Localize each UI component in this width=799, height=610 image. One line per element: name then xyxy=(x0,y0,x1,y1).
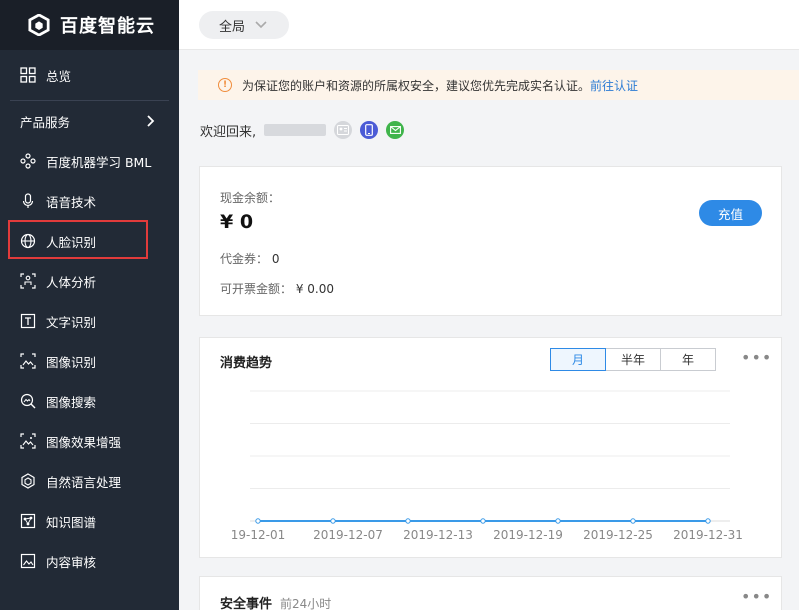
cash-balance-label: 现金余额： xyxy=(220,191,281,205)
verify-link[interactable]: 前往认证 xyxy=(590,79,638,93)
sidebar-item-label: 图像识别 xyxy=(46,354,97,370)
phone-icon[interactable] xyxy=(360,121,379,139)
id-card-icon[interactable] xyxy=(334,121,353,139)
image-search-icon xyxy=(20,393,36,409)
graph-icon xyxy=(20,513,36,529)
sidebar-item-label: 百度机器学习 BML xyxy=(46,154,152,170)
sidebar-item-image-recognition[interactable]: 图像识别 xyxy=(0,341,179,381)
section-title: 产品服务 xyxy=(20,114,71,130)
cash-balance-value: ¥ 0 xyxy=(220,211,254,233)
x-tick-label: 2019-12-19 xyxy=(493,528,563,542)
brand-name: 百度智能云 xyxy=(60,16,155,37)
image-audit-icon xyxy=(20,553,36,569)
brand-logo[interactable]: 百度智能云 xyxy=(0,0,179,50)
body-scan-icon xyxy=(20,273,36,289)
text-box-icon xyxy=(20,313,36,329)
sidebar-item-label: 文字识别 xyxy=(46,314,97,330)
trend-chart: 19-12-01 2019-12-07 2019-12-13 2019-12-19 20… xyxy=(231,390,743,542)
sidebar-item-label: 自然语言处理 xyxy=(46,474,122,490)
sidebar-item-nlp[interactable]: 自然语言处理 xyxy=(0,461,179,501)
invoice-label: 可开票金额： xyxy=(220,282,293,296)
consumption-trend-card: 消费趋势 月 半年 年 ••• 19-12-01 2019-12-07 2019-1… xyxy=(199,337,782,558)
x-tick-label: 19-12-01 xyxy=(231,528,285,542)
data-point xyxy=(555,518,561,524)
invoice-row: 可开票金额： ¥ 0.00 xyxy=(220,280,334,297)
data-point xyxy=(405,518,411,524)
balance-card: 现金余额： ¥ 0 充值 代金券： 0 可开票金额： ¥ 0.00 xyxy=(199,166,782,316)
scope-value: 全局 xyxy=(219,19,246,35)
sidebar-item-overview[interactable]: 总览 xyxy=(0,55,179,95)
sidebar-item-label: 知识图谱 xyxy=(46,514,97,530)
verification-notice: ! 为保证您的账户和资源的所属权安全，建议您优先完成实名认证。前往认证 xyxy=(198,70,799,100)
sidebar-item-content-audit[interactable]: 内容审核 xyxy=(0,541,179,581)
x-tick-label: 2019-12-13 xyxy=(403,528,473,542)
data-point xyxy=(630,518,636,524)
sidebar-item-body[interactable]: 人体分析 xyxy=(0,261,179,301)
grid-icon xyxy=(20,67,36,83)
top-bar: 全局 xyxy=(179,0,799,50)
security-subtitle: 前24小时 xyxy=(280,597,332,610)
image-enhance-icon xyxy=(20,433,36,449)
sidebar-item-label: 内容审核 xyxy=(46,554,97,570)
voucher-value: 0 xyxy=(271,252,280,266)
email-icon[interactable] xyxy=(386,121,405,139)
warning-icon: ! xyxy=(218,78,232,92)
welcome-text: 欢迎回来, xyxy=(200,124,257,140)
voucher-row: 代金券： 0 xyxy=(220,250,279,267)
image-scan-icon xyxy=(20,353,36,369)
sidebar-item-image-enhance[interactable]: 图像效果增强 xyxy=(0,421,179,461)
highlight-annotation-box xyxy=(8,220,148,259)
tab-month[interactable]: 月 xyxy=(550,348,606,371)
security-events-card: 安全事件 前24小时 ••• xyxy=(199,576,782,610)
sidebar-item-speech[interactable]: 语音技术 xyxy=(0,181,179,221)
more-options-icon[interactable]: ••• xyxy=(741,587,772,606)
data-point xyxy=(705,518,711,524)
x-tick-label: 2019-12-25 xyxy=(583,528,653,542)
welcome-row: 欢迎回来, xyxy=(200,120,405,140)
security-title: 安全事件 前24小时 xyxy=(220,593,331,610)
sidebar-item-label: 人体分析 xyxy=(46,274,97,290)
sidebar-section-products[interactable]: 产品服务 xyxy=(0,101,179,141)
scope-select[interactable]: 全局 xyxy=(199,11,289,39)
invoice-value: ¥ 0.00 xyxy=(295,282,335,296)
chevron-right-icon xyxy=(147,115,155,127)
sidebar-item-bml[interactable]: 百度机器学习 BML xyxy=(0,141,179,181)
voucher-label: 代金券： xyxy=(220,252,269,266)
sidebar-item-label: 总览 xyxy=(46,68,72,84)
recharge-button[interactable]: 充值 xyxy=(699,200,762,226)
x-tick-label: 2019-12-31 xyxy=(673,528,743,542)
nodes-icon xyxy=(20,153,36,169)
hexagon-icon xyxy=(20,473,36,489)
data-point xyxy=(255,518,261,524)
data-point xyxy=(480,518,486,524)
masked-username xyxy=(264,124,327,136)
cloud-logo-icon xyxy=(28,14,50,36)
notice-text: 为保证您的账户和资源的所属权安全，建议您优先完成实名认证。前往认证 xyxy=(242,77,638,94)
microphone-icon xyxy=(20,193,36,209)
x-tick-label: 2019-12-07 xyxy=(313,528,383,542)
sidebar-item-label: 语音技术 xyxy=(46,194,97,210)
sidebar-item-label: 图像搜索 xyxy=(46,394,97,410)
sidebar-item-label: 图像效果增强 xyxy=(46,434,122,450)
sidebar-item-knowledge-graph[interactable]: 知识图谱 xyxy=(0,501,179,541)
sidebar-item-ocr[interactable]: 文字识别 xyxy=(0,301,179,341)
chevron-down-icon xyxy=(255,21,267,29)
data-point xyxy=(330,518,336,524)
security-title-text: 安全事件 xyxy=(220,597,273,610)
notice-message: 为保证您的账户和资源的所属权安全，建议您优先完成实名认证。 xyxy=(242,78,591,93)
sidebar: 百度智能云 总览 产品服务 百度机器学习 BML 语音技术 人脸识别 人体分析 … xyxy=(0,0,179,610)
sidebar-item-image-search[interactable]: 图像搜索 xyxy=(0,381,179,421)
